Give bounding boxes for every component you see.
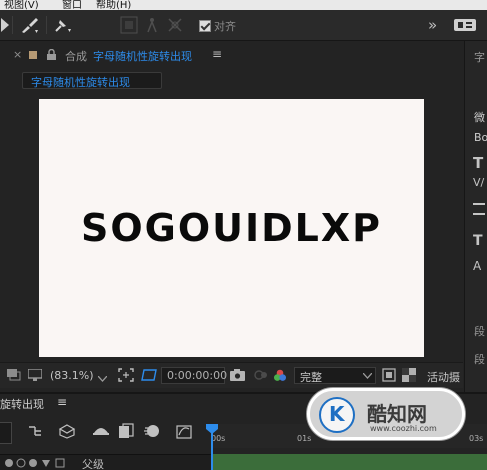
comp-tab-prefix: 合成 [65, 50, 87, 63]
menu-help[interactable]: 帮助(H) [96, 0, 131, 10]
toolbar: 对齐 » [0, 10, 487, 41]
watermark-logo: K [319, 397, 355, 433]
fit-frame-icon[interactable] [118, 368, 134, 385]
timecode-value: 0:00:00:00 [167, 369, 228, 382]
paragraph-panel-tab[interactable]: 段 [474, 323, 485, 339]
frame-blending-icon[interactable] [118, 423, 134, 442]
timecode-search-field[interactable] [0, 422, 12, 444]
panel-menu-icon[interactable]: ≡ [212, 47, 222, 61]
resolution-dropdown[interactable]: 完整 [294, 367, 376, 384]
monitor-icon[interactable] [27, 368, 43, 384]
composition-canvas[interactable]: SOGOUIDLXP [39, 99, 424, 357]
color-channels-icon[interactable] [273, 369, 287, 385]
parent-column-label: 父级 [82, 458, 104, 470]
transparency-grid-icon[interactable] [402, 368, 416, 385]
playhead-handle[interactable] [206, 424, 218, 434]
stroke-width-icon [473, 203, 485, 215]
preview-settings-icon[interactable] [7, 369, 21, 384]
comp-active-tab[interactable]: 字母随机性旋转出现 [22, 72, 162, 89]
puppet-overlap-icon[interactable] [164, 15, 186, 35]
puppet-pin-icon[interactable] [142, 15, 162, 35]
lock-icon[interactable] [47, 48, 56, 63]
viewer-footer: (83.1%) 0:00:00:00 完整 活动摄 [0, 362, 463, 388]
character-panel: 字 微 Bo T V/ T A 段 段 [464, 41, 487, 393]
timeline-menu-icon[interactable]: ≡ [57, 395, 67, 409]
character-panel-tab[interactable]: 字 [474, 49, 485, 65]
pin-tool-icon[interactable] [50, 15, 76, 35]
workspace-icon[interactable] [452, 15, 478, 35]
resolution-chevron-icon [363, 373, 372, 379]
align-label: 对齐 [214, 20, 236, 33]
menu-view[interactable]: 视图(V) [4, 0, 39, 10]
layer-duration-bar[interactable] [211, 454, 487, 470]
timecode-field[interactable]: 0:00:00:00 [161, 367, 228, 384]
canvas-text-layer[interactable]: SOGOUIDLXP [39, 99, 424, 357]
ruler-label-0: 00s [211, 434, 226, 443]
align-checkbox[interactable] [199, 20, 211, 32]
menu-bar: 视图(V) 窗口 帮助(H) [0, 0, 487, 10]
resolution-value: 完整 [300, 371, 322, 384]
hide-shy-layers-icon[interactable] [92, 423, 110, 440]
close-panel-icon[interactable]: × [13, 48, 22, 61]
site-watermark: K 酷知网 www.coozhi.com [307, 388, 465, 440]
motion-blur-icon[interactable] [143, 423, 161, 442]
brush-tool-icon[interactable] [18, 15, 42, 35]
graph-editor-icon[interactable] [176, 423, 192, 442]
timeline-tab-title[interactable]: 旋转出现 [0, 396, 44, 412]
comp-title[interactable]: 字母随机性旋转出现 [93, 48, 192, 64]
active-camera-label[interactable]: 活动摄 [427, 369, 460, 385]
draft-3d-icon[interactable] [58, 423, 76, 442]
overflow-chevron-icon[interactable]: » [428, 16, 437, 34]
show-snapshot-icon[interactable] [254, 369, 268, 384]
region-of-interest-icon[interactable] [140, 368, 158, 385]
watermark-url: www.coozhi.com [370, 424, 437, 433]
watermark-name: 酷知网 [367, 402, 427, 426]
comp-active-tab-label: 字母随机性旋转出现 [31, 76, 130, 89]
camera-snapshot-icon[interactable] [230, 369, 245, 384]
vertical-scale-icon: T [473, 233, 483, 249]
zoom-level[interactable]: (83.1%) [50, 369, 94, 382]
play-arrow-icon[interactable] [0, 15, 10, 35]
font-family-field[interactable]: 微 [474, 109, 485, 125]
ruler-label-3: 03s [469, 434, 484, 443]
zoom-dropdown-icon[interactable] [97, 372, 108, 385]
paragraph-panel-tab-2[interactable]: 段 [474, 351, 485, 367]
comp-flowchart-icon[interactable] [27, 424, 43, 441]
layer-switch-icons[interactable] [4, 458, 70, 470]
font-style-field[interactable]: Bo [474, 131, 487, 144]
grid-snap-icon[interactable] [118, 15, 140, 35]
font-size-icon: T [473, 154, 484, 172]
fast-previews-icon[interactable] [382, 368, 396, 385]
watermark-logo-glyph: K [329, 402, 345, 426]
comp-color-swatch [29, 51, 37, 59]
ruler-label-1: 01s [297, 434, 312, 443]
kerning-icon: V/ [473, 176, 485, 189]
baseline-shift-icon: A [473, 259, 482, 273]
composition-header: × 合成 字母随机性旋转出现 ≡ [0, 41, 463, 69]
menu-window[interactable]: 窗口 [62, 0, 82, 10]
